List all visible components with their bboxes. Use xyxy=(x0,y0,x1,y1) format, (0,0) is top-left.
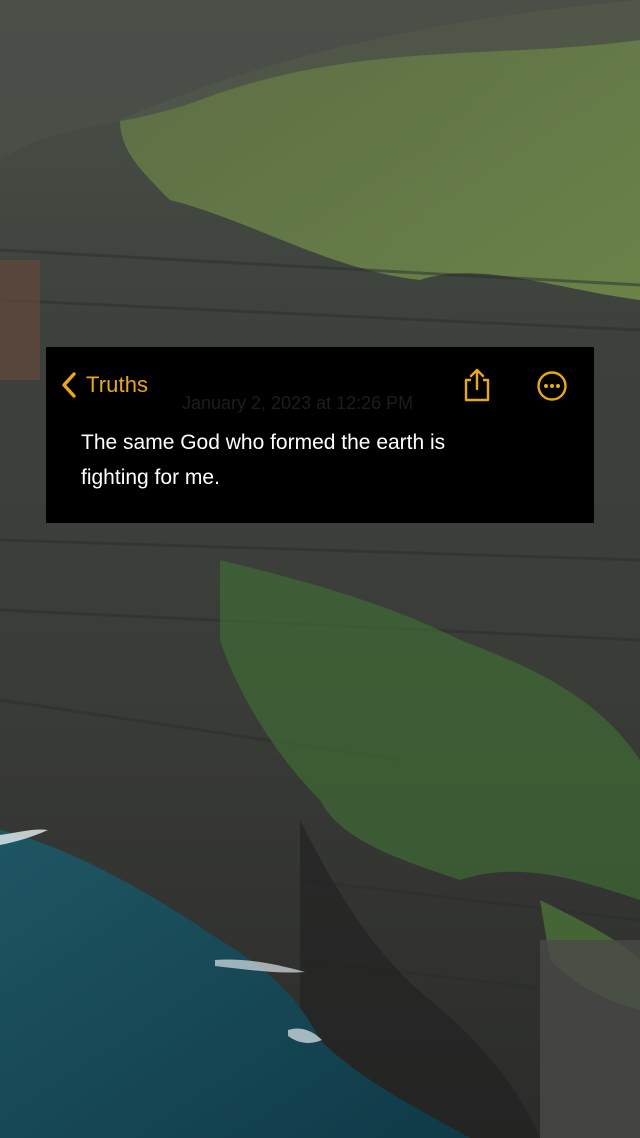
note-body-line: The same God who formed the earth is xyxy=(81,431,446,454)
share-button[interactable] xyxy=(460,367,494,403)
note-body-line: fighting for me. xyxy=(81,466,220,489)
note-date: January 2, 2023 at 12:26 PM xyxy=(182,393,414,413)
more-button[interactable] xyxy=(536,370,568,402)
note-card: Truths January 2, 2023 at 12:26 PM The s… xyxy=(46,347,594,523)
note-body[interactable]: The same God who formed the earth is fig… xyxy=(81,425,571,495)
back-label: Truths xyxy=(86,372,149,397)
chevron-left-icon xyxy=(58,370,80,400)
note-toolbar: Truths January 2, 2023 at 12:26 PM xyxy=(46,347,594,427)
back-button[interactable]: Truths xyxy=(58,367,148,403)
background-photo xyxy=(0,0,640,1138)
share-icon xyxy=(460,368,494,407)
ellipsis-circle-icon xyxy=(536,371,568,406)
